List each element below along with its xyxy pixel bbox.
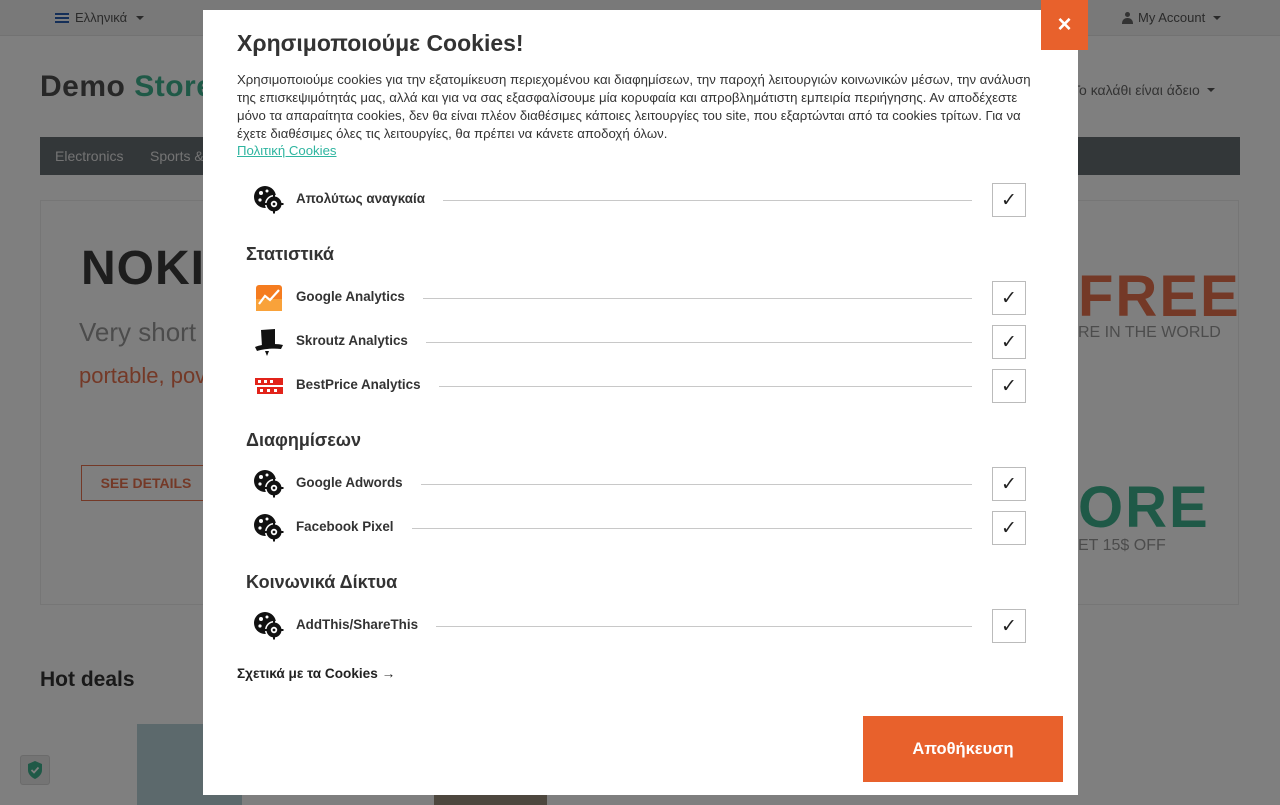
cookie-row-google-analytics: Google Analytics ✓: [253, 280, 1026, 315]
cookie-gear-icon: [254, 470, 284, 498]
cookie-label: Google Adwords: [296, 475, 421, 490]
cookie-row-essential: Απολύτως αναγκαία ✓: [253, 182, 1026, 217]
modal-title: Χρησιμοποιούμε Cookies!: [237, 30, 524, 56]
about-cookies-link[interactable]: Σχετικά με τα Cookies →: [237, 666, 395, 681]
close-button[interactable]: ×: [1041, 0, 1088, 50]
checkbox-bestprice-analytics[interactable]: ✓: [992, 369, 1026, 403]
section-title-advertising: Διαφημίσεων: [246, 430, 361, 450]
cookie-row-addthis: AddThis/ShareThis ✓: [253, 608, 1026, 643]
cookie-row-google-adwords: Google Adwords ✓: [253, 466, 1026, 501]
cookie-label: Απολύτως αναγκαία: [296, 191, 443, 206]
cookie-gear-icon: [254, 612, 284, 640]
cookie-label: Google Analytics: [296, 289, 423, 304]
checkbox-facebook-pixel[interactable]: ✓: [992, 511, 1026, 545]
cookie-gear-icon: [254, 186, 284, 214]
section-title-social: Κοινωνικά Δίκτυα: [246, 572, 398, 592]
cookie-gear-icon: [254, 514, 284, 542]
row-divider: [313, 528, 972, 529]
cookie-row-bestprice-analytics: BestPrice Analytics ✓: [253, 368, 1026, 403]
checkbox-skroutz-analytics[interactable]: ✓: [992, 325, 1026, 359]
checkbox-addthis[interactable]: ✓: [992, 609, 1026, 643]
cookie-label: AddThis/ShareThis: [296, 617, 437, 632]
cookie-label: Facebook Pixel: [296, 519, 412, 534]
cookie-label: Skroutz Analytics: [296, 333, 426, 348]
checkbox-google-adwords[interactable]: ✓: [992, 467, 1026, 501]
checkbox-essential[interactable]: ✓: [992, 183, 1026, 217]
cookie-label: BestPrice Analytics: [296, 377, 439, 392]
modal-description: Χρησιμοποιούμε cookies για την εξατομίκε…: [237, 72, 1031, 141]
cookie-row-skroutz-analytics: Skroutz Analytics ✓: [253, 324, 1026, 359]
save-button[interactable]: Αποθήκευση: [863, 716, 1063, 782]
cookie-consent-modal: Χρησιμοποιούμε Cookies! Χρησιμοποιούμε c…: [203, 10, 1078, 795]
skroutz-hat-icon: [255, 329, 283, 356]
checkbox-google-analytics[interactable]: ✓: [992, 281, 1026, 315]
bestprice-icon: [255, 378, 283, 394]
cookie-policy-link[interactable]: Πολιτική Cookies: [237, 143, 337, 158]
google-analytics-icon: [256, 285, 282, 311]
section-title-statistics: Στατιστικά: [246, 244, 334, 264]
cookie-row-facebook-pixel: Facebook Pixel ✓: [253, 510, 1026, 545]
